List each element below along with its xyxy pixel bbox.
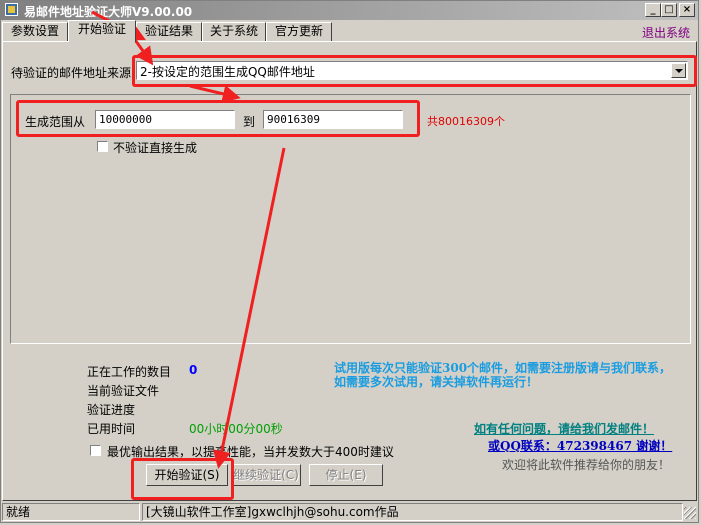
- arrow-to-range: [189, 84, 241, 103]
- tab-start-verify[interactable]: 开始验证: [68, 20, 136, 42]
- annotation-arrows: [91, 10, 286, 469]
- arrow-to-start: [212, 147, 286, 469]
